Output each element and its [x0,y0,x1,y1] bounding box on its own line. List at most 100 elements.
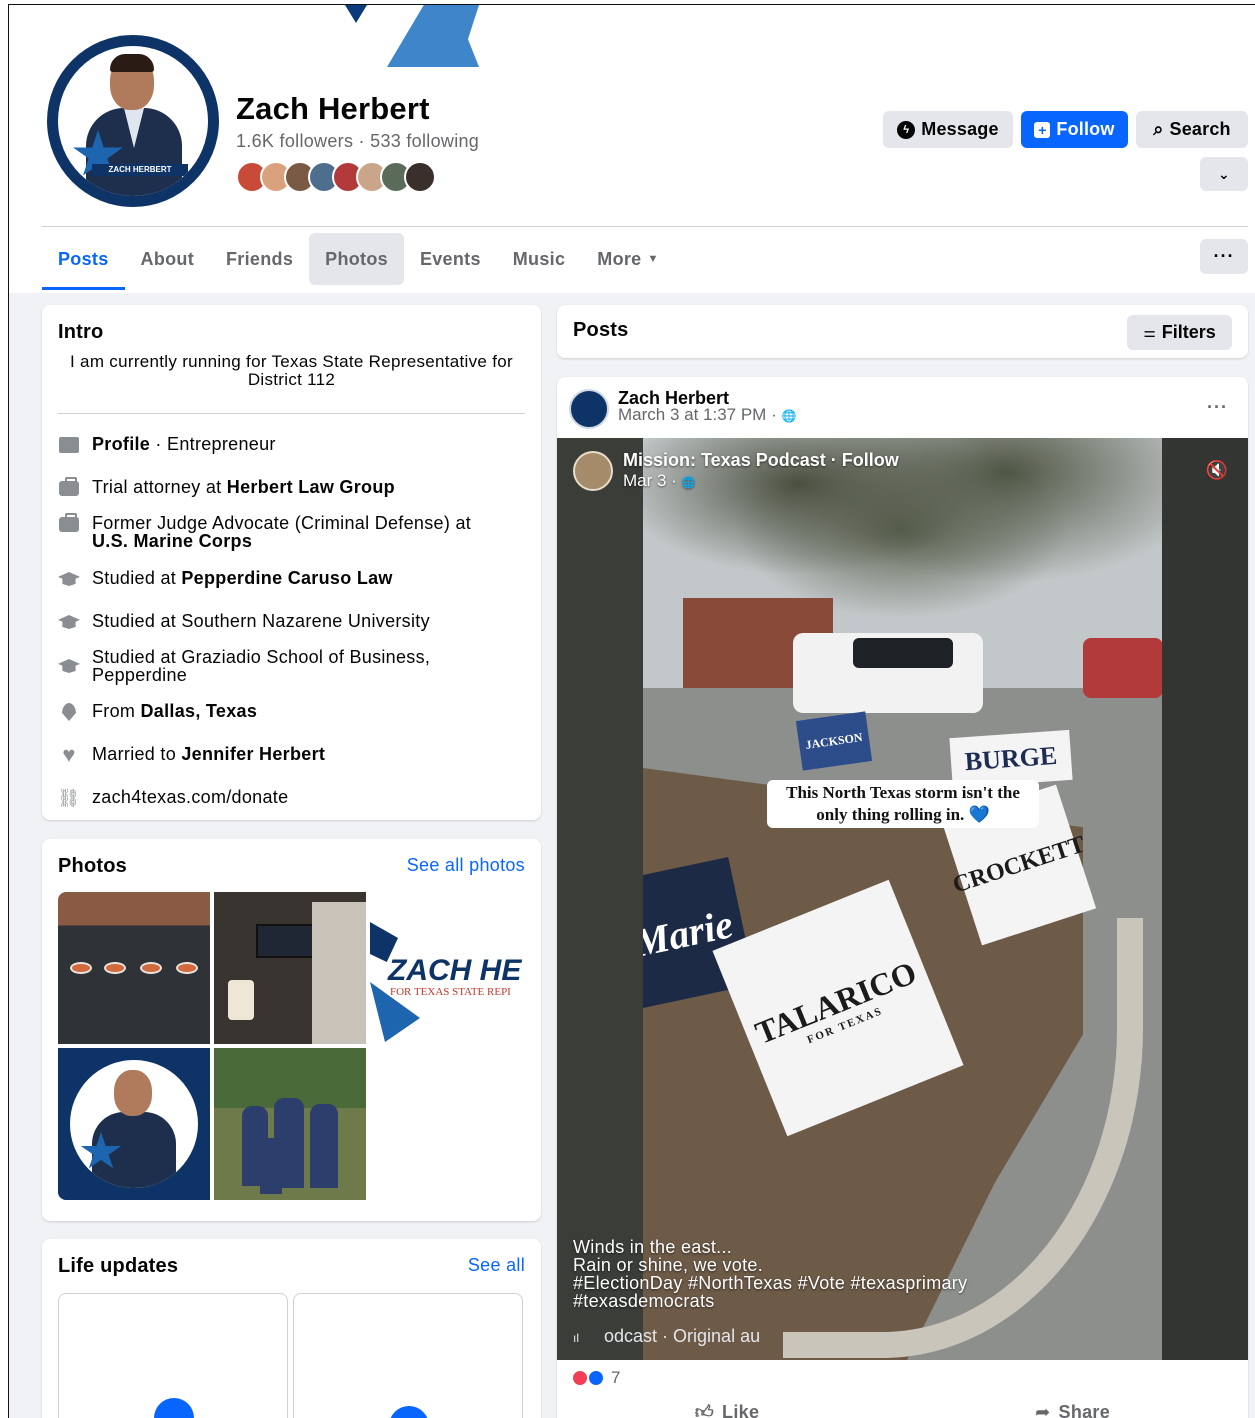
intro-item-education: Studied at Graziadio School of Business,… [58,648,430,684]
post-timestamp[interactable]: March 3 at 1:37 PM · 🌐 [618,405,796,425]
share-button[interactable]: ➦ Share [1035,1397,1110,1418]
video-page-name[interactable]: Mission: Texas Podcast · Follow [623,450,899,471]
yard-sign-text: JACKSON [804,729,864,752]
filters-button-label: Filters [1161,322,1216,342]
post-card: Zach Herbert March 3 at 1:37 PM · 🌐 ··· … [557,377,1248,1418]
tab-friends[interactable]: Friends [210,229,309,289]
photo-thumbnail[interactable] [214,892,366,1044]
intro-title: Intro [58,321,104,343]
post-video[interactable]: JACKSON BURGE CROCKETT Marie TALARICO FO… [557,438,1248,1360]
yard-sign: JACKSON [795,711,873,771]
briefcase-icon [58,476,80,498]
intro-item-label: Married to [92,744,182,764]
search-button[interactable]: ⌕ Search [1136,111,1248,148]
category-icon [58,435,80,455]
intro-item-work: Trial attorney at Herbert Law Group [58,476,395,498]
tab-events[interactable]: Events [404,229,497,289]
photo-thumbnail[interactable] [214,1048,366,1200]
video-page-info[interactable]: Mission: Texas Podcast · Follow Mar 3 · … [573,450,899,491]
mutual-friends-avatars[interactable] [236,161,436,195]
tab-about[interactable]: About [125,229,210,289]
intro-item-link[interactable]: Jennifer Herbert [181,744,325,764]
friend-avatar[interactable] [404,161,436,193]
message-button-label: Message [921,119,999,139]
tab-music[interactable]: Music [497,229,582,289]
facebook-profile-page: ZACH HERBERT Zach Herbert 1.6K followers… [8,4,1255,1418]
graduation-cap-icon [58,569,80,589]
intro-card: Intro I am currently running for Texas S… [42,305,541,820]
chevron-down-icon: ⌄ [1218,165,1230,182]
globe-icon: 🌐 [681,477,696,489]
search-icon: ⌕ [1153,119,1164,139]
intro-item-link[interactable]: Dallas, Texas [141,701,258,721]
video-page-date: Mar 3 · 🌐 [623,471,899,491]
photo-thumbnail[interactable]: ZACH HEI FOR TEXAS STATE REPI [370,892,522,1044]
photo-logo-text: ZACH HEI [388,954,522,987]
intro-item-label: From [92,701,141,721]
see-all-photos-link[interactable]: See all photos [407,855,525,876]
post-timestamp-text: March 3 at 1:37 PM · [618,405,777,424]
profile-name: Zach Herbert [236,91,430,126]
original-audio-link[interactable]: ıl odcast · Original au [573,1326,760,1347]
tab-photos[interactable]: Photos [309,233,404,285]
tab-posts[interactable]: Posts [42,229,125,290]
intro-item-value: · Entrepreneur [150,434,276,454]
yard-sign-text: CROCKETT [949,830,1089,899]
intro-item-website[interactable]: ⛓ zach4texas.com/donate [57,788,288,808]
photo-thumbnail[interactable] [58,892,210,1044]
like-button[interactable]: 👍︎ Like [695,1397,759,1418]
intro-item-relationship: ♥ Married to Jennifer Herbert [58,744,325,766]
intro-item-link[interactable]: U.S. Marine Corps [92,531,252,551]
see-all-life-updates-link[interactable]: See all [468,1255,525,1276]
sliders-icon: ⚌ [1143,324,1156,340]
tab-label: Photos [325,248,388,269]
photo-thumbnail[interactable] [58,1048,210,1200]
post-options-button[interactable]: ··· [1207,397,1228,418]
video-blur-border [557,438,643,1360]
more-options-dropdown[interactable]: ⌄ [1200,157,1248,191]
posts-header-card: Posts ⚌ Filters [557,305,1248,358]
reaction-summary[interactable]: 7 [571,1368,620,1388]
header-divider [42,226,1248,227]
follow-button-label: Follow [1056,119,1115,139]
video-hashtags[interactable]: #texasdemocrats [573,1292,967,1310]
video-caption-sticker: This North Texas storm isn't the only th… [767,780,1039,828]
intro-item-link[interactable]: Pepperdine Caruso Law [181,568,392,588]
post-actions: 👍︎ Like ➦ Share [557,1397,1248,1418]
graduation-cap-icon [154,1398,194,1418]
message-button[interactable]: ϟ Message [883,111,1013,148]
caret-down-icon: ▼ [647,253,659,265]
post-author-avatar[interactable] [569,389,609,429]
ellipsis-icon: ··· [1213,246,1235,266]
follow-button[interactable]: + Follow [1021,111,1128,148]
filters-button[interactable]: ⚌ Filters [1127,315,1232,350]
video-description: Winds in the east... Rain or shine, we v… [573,1238,967,1310]
link-icon: ⛓ [57,788,81,808]
location-pin-icon [58,702,80,722]
intro-item-link[interactable]: Herbert Law Group [227,477,395,497]
like-reaction-icon [587,1369,605,1387]
mute-icon[interactable]: 🔇 [1206,460,1228,481]
video-page-avatar[interactable] [573,450,613,491]
tab-more[interactable]: More ▼ [581,229,674,289]
video-hashtags[interactable]: #ElectionDay #NorthTexas #Vote #texaspri… [573,1274,967,1292]
profile-tabs: Posts About Friends Photos Events Music … [42,229,675,290]
profile-more-button[interactable]: ··· [1200,239,1248,274]
tab-label: About [140,248,195,269]
video-page-date-text: Mar 3 · [623,471,677,490]
follower-stats[interactable]: 1.6K followers · 533 following [236,131,479,152]
intro-item-profile: Profile · Entrepreneur [58,435,276,455]
life-update-tile[interactable] [293,1293,523,1418]
profile-avatar[interactable]: ZACH HERBERT [47,35,219,207]
tab-label: More [597,248,642,269]
audio-wave-icon: ıl [573,1331,579,1345]
follow-icon: + [1034,121,1051,138]
yard-sign-text: TALARICO [749,953,922,1051]
tab-label: Friends [226,248,294,269]
website-link[interactable]: zach4texas.com/donate [92,788,288,806]
photo-logo-subtext: FOR TEXAS STATE REPI [390,986,511,998]
intro-item-label: Pepperdine [92,665,188,685]
thumbs-up-icon: 👍︎ [694,1402,715,1418]
intro-item-education: Studied at Southern Nazarene University [58,612,430,632]
life-update-tile[interactable] [58,1293,288,1418]
